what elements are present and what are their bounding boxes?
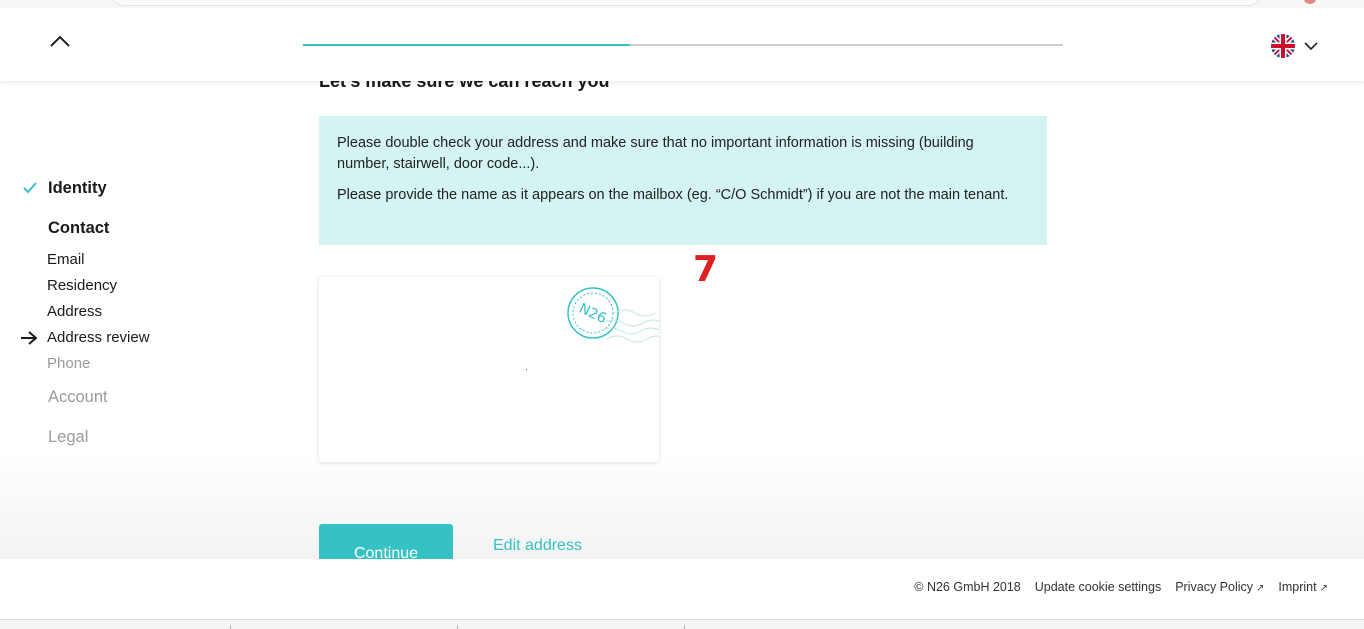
browser-profile-icon[interactable]: [1304, 0, 1316, 4]
top-header: [0, 8, 1364, 81]
collapse-button[interactable]: [46, 28, 74, 54]
external-link-icon: ↗: [1319, 583, 1328, 594]
taskbar-divider: [684, 625, 685, 629]
sidebar-section-contact[interactable]: Contact: [48, 219, 109, 238]
sidebar-item-label: Phone: [47, 355, 91, 372]
checkmark-icon: [23, 182, 37, 194]
continue-button[interactable]: Continue: [319, 524, 453, 559]
progress-bar: [303, 44, 1063, 46]
sidebar-item-residency[interactable]: Residency: [47, 277, 117, 294]
progress-fill: [303, 44, 630, 46]
info-paragraph: Please provide the name as it appears on…: [337, 187, 1009, 203]
chevron-down-icon: [1304, 42, 1318, 51]
address-card: N26: [319, 277, 659, 462]
address-bar[interactable]: [110, 0, 1262, 6]
sidebar-item-label: Address: [47, 303, 103, 320]
edit-address-link[interactable]: Edit address: [493, 537, 582, 555]
copyright-text: © N26 GmbH 2018: [914, 580, 1021, 594]
sidebar-item-phone: Phone: [47, 355, 90, 372]
privacy-policy-link[interactable]: Privacy Policy ↗: [1175, 580, 1264, 594]
privacy-policy-label: Privacy Policy: [1175, 580, 1254, 594]
uk-flag-icon: [1271, 34, 1295, 58]
sidebar-section-identity[interactable]: Identity: [23, 179, 107, 198]
sidebar-section-label: Identity: [48, 179, 107, 197]
page-title: Let’s make sure we can reach you: [319, 81, 610, 91]
imprint-link[interactable]: Imprint ↗: [1278, 580, 1328, 594]
sidebar-item-label: Address review: [47, 329, 150, 346]
address-placeholder: [526, 369, 527, 370]
sidebar-item-email[interactable]: Email: [47, 251, 85, 268]
language-selector[interactable]: [1270, 32, 1322, 60]
sidebar-section-legal: Legal: [48, 428, 88, 447]
stamp-text: N26: [576, 301, 608, 327]
sidebar-item-address[interactable]: Address: [47, 303, 102, 320]
progress-sidebar: Identity Contact Email Residency Address…: [0, 81, 300, 559]
info-notice: Please double check your address and mak…: [319, 116, 1047, 245]
external-link-icon: ↗: [1256, 583, 1265, 594]
step-annotation: 7: [693, 249, 719, 290]
info-paragraph: Please double check your address and mak…: [337, 135, 974, 172]
cookie-settings-link[interactable]: Update cookie settings: [1035, 580, 1161, 594]
sidebar-section-label: Legal: [48, 428, 89, 446]
sidebar-item-address-review[interactable]: Address review: [21, 329, 150, 346]
sidebar-section-label: Account: [48, 388, 108, 406]
sidebar-section-account: Account: [48, 388, 108, 407]
footer: © N26 GmbH 2018 Update cookie settings P…: [0, 559, 1364, 619]
arrow-right-icon: [21, 331, 38, 345]
main-content: Identity Contact Email Residency Address…: [0, 81, 1364, 559]
taskbar-divider: [457, 625, 458, 629]
taskbar-divider: [230, 625, 231, 629]
footer-links: © N26 GmbH 2018 Update cookie settings P…: [914, 580, 1328, 594]
imprint-label: Imprint: [1278, 580, 1317, 594]
chevron-up-icon: [50, 35, 70, 47]
browser-top-edge: [0, 0, 1364, 8]
sidebar-section-label: Contact: [48, 219, 110, 237]
sidebar-item-label: Residency: [47, 277, 118, 294]
postmark-stamp-icon: N26: [567, 287, 659, 343]
sidebar-item-label: Email: [47, 251, 85, 268]
